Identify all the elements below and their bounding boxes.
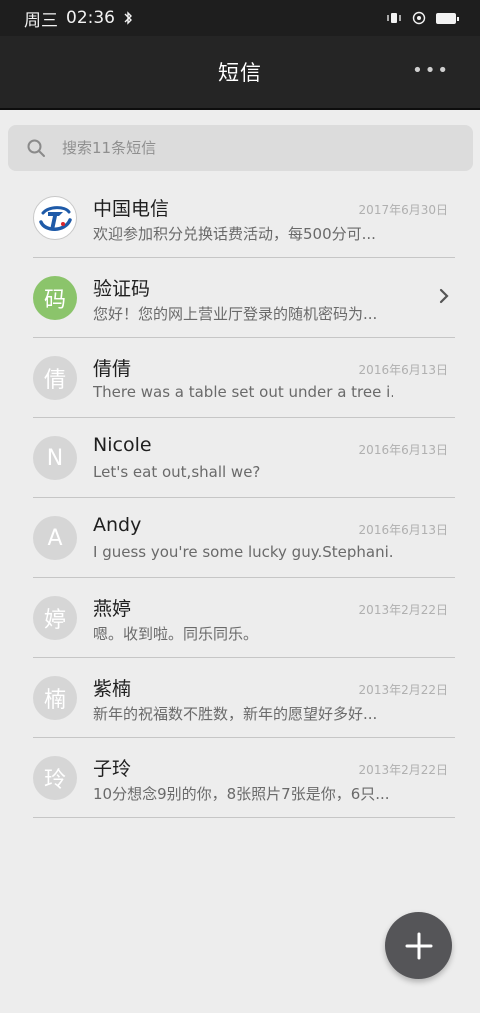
page-title: 短信 — [218, 61, 262, 85]
message-preview: 欢迎参加积分兑换话费活动，每500分可... — [93, 225, 376, 243]
vibrate-icon — [387, 13, 401, 23]
conversation-list: 中国电信 2017年6月30日 欢迎参加积分兑换话费活动，每500分可... 码… — [0, 178, 480, 818]
message-date: 2013年2月22日 — [358, 763, 448, 777]
conversation-item-2[interactable]: 倩 倩倩 2016年6月13日 There was a table set ou… — [0, 338, 480, 418]
contact-name: 子玲 — [93, 758, 132, 780]
more-options-button[interactable]: ••• — [412, 60, 450, 81]
avatar: 玲 — [33, 756, 77, 800]
contact-name: 紫楠 — [93, 678, 132, 700]
bluetooth-icon — [124, 11, 132, 25]
battery-icon — [436, 12, 459, 24]
contact-name: 燕婷 — [93, 598, 132, 620]
conversation-item-4[interactable]: A Andy 2016年6月13日 I guess you're some lu… — [0, 498, 480, 578]
message-date: 2013年2月22日 — [358, 683, 448, 697]
conversation-item-6[interactable]: 楠 紫楠 2013年2月22日 新年的祝福数不胜数，新年的愿望好多好... — [0, 658, 480, 738]
search-input[interactable] — [62, 139, 442, 157]
message-date: 2017年6月30日 — [358, 203, 448, 217]
message-preview: Let's eat out,shall we? — [93, 463, 261, 481]
avatar: 婷 — [33, 596, 77, 640]
app-header: 短信 ••• — [0, 36, 480, 110]
avatar — [33, 196, 77, 240]
message-preview: There was a table set out under a tree i… — [93, 383, 393, 401]
conversation-item-7[interactable]: 玲 子玲 2013年2月22日 10分想念9别的你，8张照片7张是你，6只... — [0, 738, 480, 818]
status-left: 周三 02:36 — [24, 6, 133, 31]
message-date: 2016年6月13日 — [358, 523, 448, 537]
message-preview: 嗯。收到啦。同乐同乐。 — [93, 625, 259, 643]
avatar: 码 — [33, 276, 77, 320]
contact-name: Andy — [93, 514, 142, 536]
china-telecom-logo-icon — [36, 199, 74, 237]
avatar: 楠 — [33, 676, 77, 720]
status-time: 02:36 — [66, 8, 115, 28]
conversation-item-1[interactable]: 码 验证码 您好！您的网上营业厅登录的随机密码为... — [0, 258, 480, 338]
avatar: 倩 — [33, 356, 77, 400]
avatar: N — [33, 436, 77, 480]
plus-icon — [405, 932, 432, 959]
contact-name: Nicole — [93, 434, 152, 456]
conversation-item-0[interactable]: 中国电信 2017年6月30日 欢迎参加积分兑换话费活动，每500分可... — [0, 178, 480, 258]
contact-name: 验证码 — [93, 278, 151, 300]
conversation-item-5[interactable]: 婷 燕婷 2013年2月22日 嗯。收到啦。同乐同乐。 — [0, 578, 480, 658]
search-icon — [27, 139, 45, 157]
status-bar: 周三 02:36 — [0, 0, 480, 36]
contact-name: 倩倩 — [93, 358, 132, 380]
conversation-item-3[interactable]: N Nicole 2016年6月13日 Let's eat out,shall … — [0, 418, 480, 498]
message-preview: I guess you're some lucky guy.Stephani..… — [93, 543, 393, 561]
message-date: 2016年6月13日 — [358, 443, 448, 457]
message-preview: 您好！您的网上营业厅登录的随机密码为... — [93, 305, 378, 323]
status-day: 周三 — [24, 10, 58, 31]
message-date: 2013年2月22日 — [358, 603, 448, 617]
alarm-icon — [412, 11, 426, 25]
message-preview: 10分想念9别的你，8张照片7张是你，6只... — [93, 785, 390, 803]
contact-name: 中国电信 — [93, 198, 170, 220]
message-preview: 新年的祝福数不胜数，新年的愿望好多好... — [93, 705, 378, 723]
search-bar[interactable] — [8, 125, 473, 171]
chevron-right-icon — [439, 288, 449, 304]
avatar: A — [33, 516, 77, 560]
new-message-button[interactable] — [385, 912, 452, 979]
status-right — [386, 11, 459, 25]
message-date: 2016年6月13日 — [358, 363, 448, 377]
